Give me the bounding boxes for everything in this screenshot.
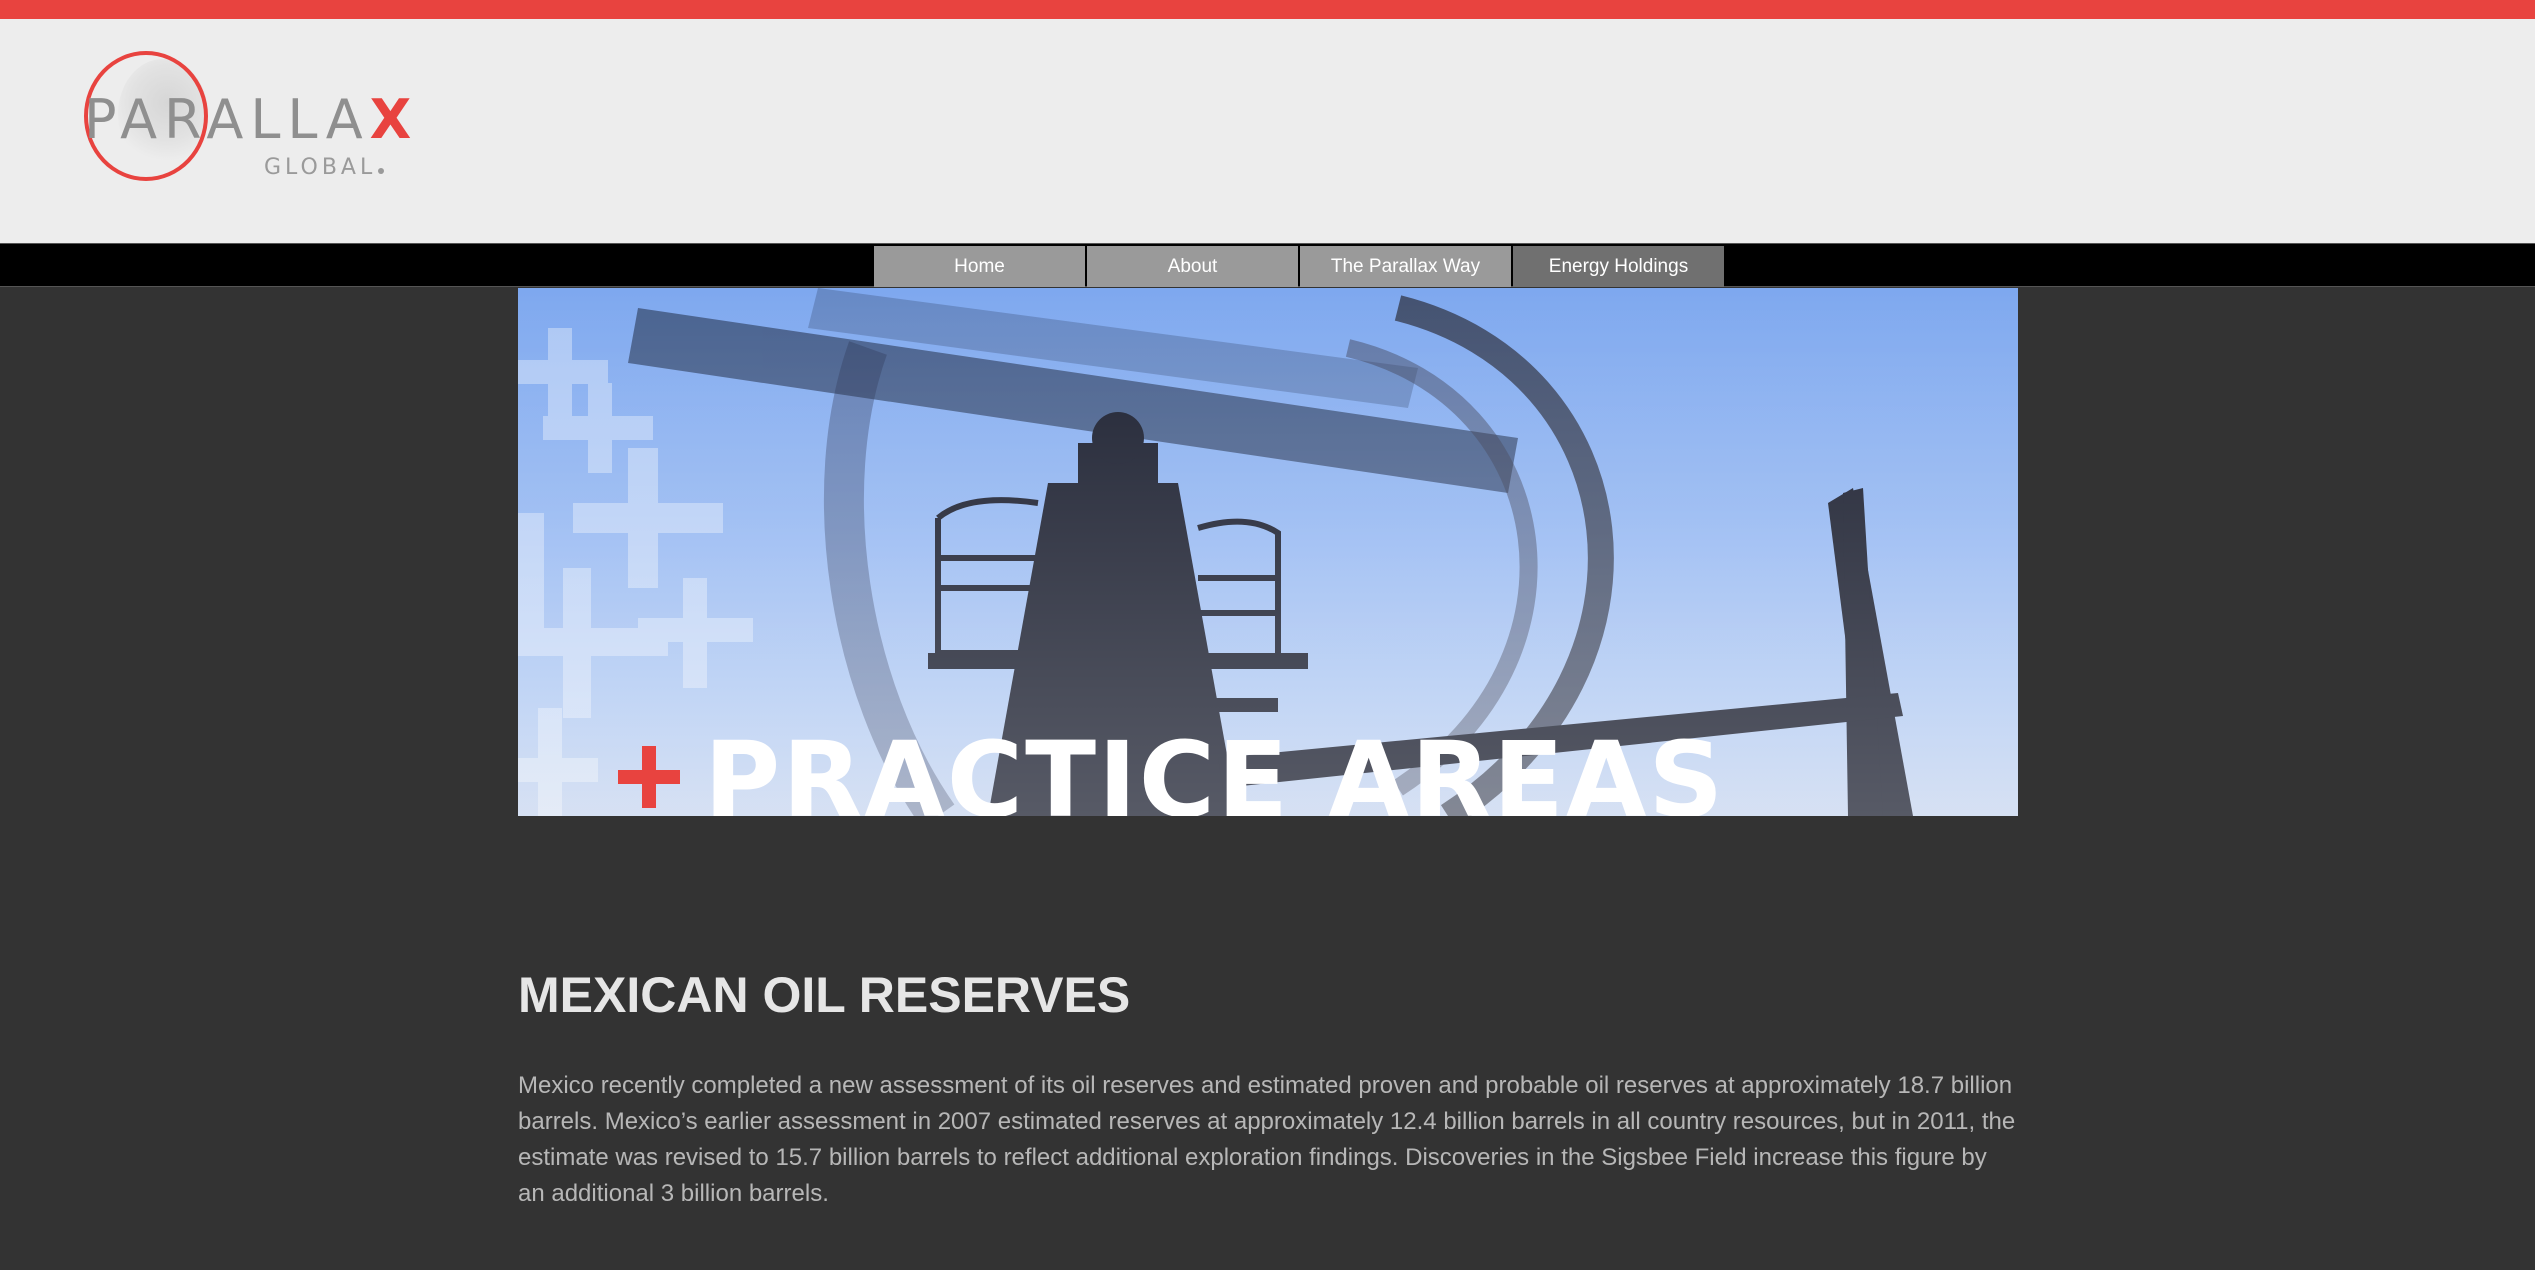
hero-title-text: PRACTICE AREAS [704, 719, 1726, 816]
nav-menu: Home About The Parallax Way Energy Holdi… [874, 246, 1726, 287]
logo-subtitle: GLOBAL [264, 155, 385, 180]
top-accent-stripe [0, 0, 2535, 19]
hero-heading: PRACTICE AREAS [618, 728, 1725, 816]
site-header: PARALLAX GLOBAL [0, 19, 2535, 243]
article-heading: MEXICAN OIL RESERVES [518, 967, 1131, 1023]
logo-dot-icon [378, 168, 385, 174]
nav-item-parallax-way[interactable]: The Parallax Way [1300, 246, 1511, 287]
parallax-global-logo[interactable]: PARALLAX GLOBAL [80, 49, 411, 199]
article-body: Mexico recently completed a new assessme… [518, 1072, 2016, 1207]
logo-subtitle-text: GLOBAL [264, 155, 377, 180]
nav-item-energy-holdings[interactable]: Energy Holdings [1513, 246, 1724, 287]
hero-banner: PRACTICE AREAS [518, 288, 2018, 816]
logo-wordmark-main: PARALLA [84, 88, 370, 151]
logo-wordmark: PARALLAX [84, 93, 418, 147]
logo-wordmark-accent: X [369, 88, 419, 151]
main-navigation: Home About The Parallax Way Energy Holdi… [0, 243, 2535, 287]
plus-icon [618, 746, 680, 808]
nav-item-about[interactable]: About [1087, 246, 1298, 287]
main-content: MEXICAN OIL RESERVES Mexico recently com… [518, 970, 2018, 1212]
nav-item-home[interactable]: Home [874, 246, 1085, 287]
